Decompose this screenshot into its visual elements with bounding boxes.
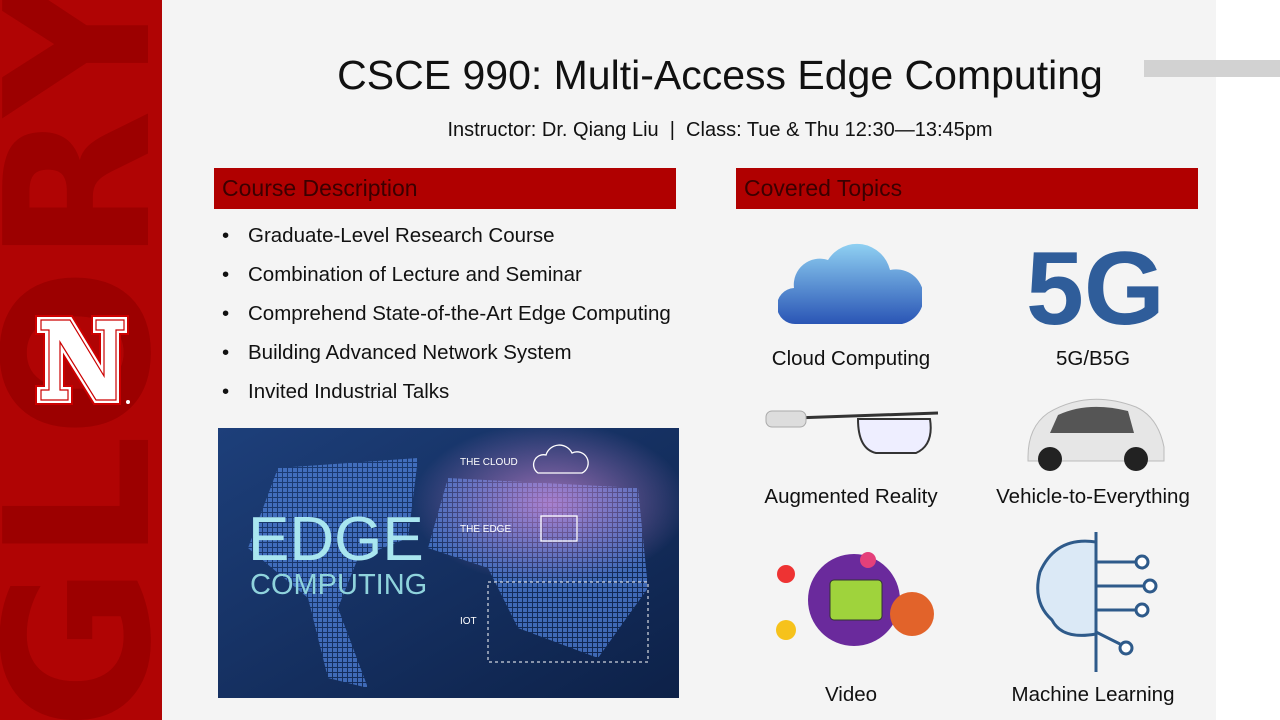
brain-circuit-icon <box>1036 532 1158 672</box>
topic-machine-learning: Machine Learning <box>1011 683 1175 706</box>
list-item: Building Advanced Network System <box>222 339 671 378</box>
ar-glasses-icon <box>765 410 939 454</box>
list-item: Comprehend State-of-the-Art Edge Computi… <box>222 300 671 339</box>
5g-icon: 5G <box>1026 231 1165 332</box>
covered-topics-heading: Covered Topics <box>736 168 1198 209</box>
list-item: Combination of Lecture and Seminar <box>222 261 671 300</box>
edge-text: EDGE <box>248 505 424 574</box>
course-description-heading: Course Description <box>214 168 676 209</box>
topic-cloud-computing: Cloud Computing <box>771 347 931 370</box>
cloud-icon <box>778 243 922 325</box>
topic-v2x: Vehicle-to-Everything <box>996 485 1190 508</box>
nebraska-n-logo <box>35 315 130 405</box>
edge-computing-image: EDGE COMPUTING THE CLOUD THE EDGE IOT <box>218 428 679 698</box>
page-title: CSCE 990: Multi-Access Edge Computing <box>337 52 1103 98</box>
topic-augmented-reality: Augmented Reality <box>764 485 938 508</box>
edge-layer-text: THE EDGE <box>460 524 511 535</box>
video-icon <box>776 552 934 646</box>
svg-text:5G: 5G <box>1026 231 1165 332</box>
car-icon <box>1027 398 1165 471</box>
computing-text: COMPUTING <box>250 569 427 601</box>
topic-5g: 5G/B5G <box>1055 347 1131 370</box>
list-item: Graduate-Level Research Course <box>222 222 671 261</box>
subtitle: Instructor: Dr. Qiang Liu | Class: Tue &… <box>447 119 993 141</box>
iot-text: IOT <box>460 616 477 627</box>
list-item: Invited Industrial Talks <box>222 378 671 417</box>
sidebar: GLORY <box>0 0 162 720</box>
topic-video: Video <box>824 683 878 706</box>
description-list: Graduate-Level Research Course Combinati… <box>222 222 671 417</box>
cloud-text: THE CLOUD <box>460 457 518 468</box>
